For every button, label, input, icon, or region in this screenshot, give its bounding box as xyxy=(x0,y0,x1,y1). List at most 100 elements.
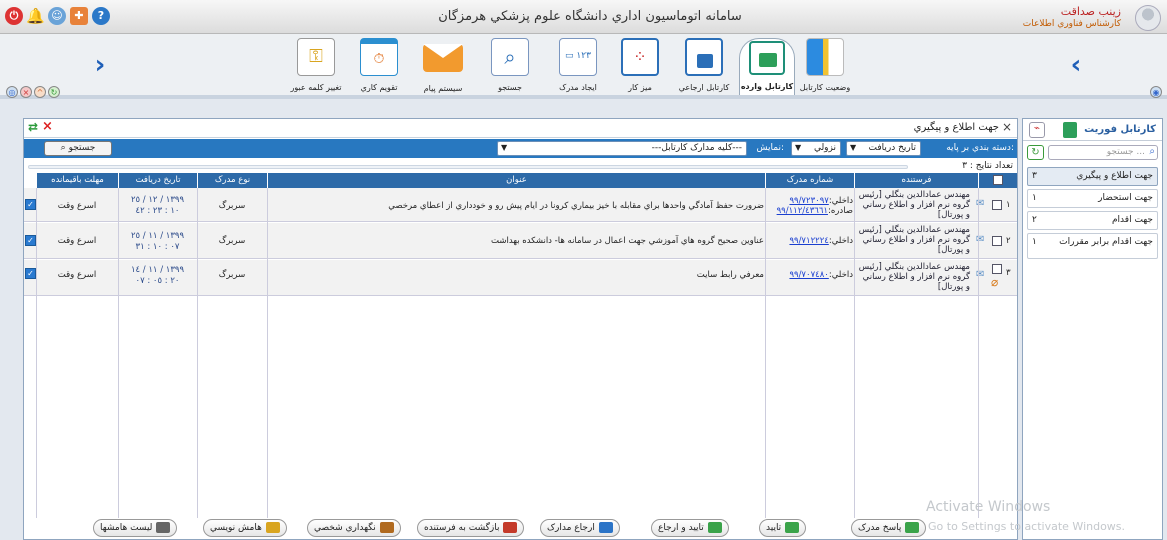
received-time-cell: ٢٠ : ٠٥ : ٠٧ xyxy=(135,276,180,286)
write-note-button[interactable]: هامش نويسي xyxy=(203,519,287,537)
approve-refer-icon xyxy=(707,522,722,533)
help-icon[interactable]: ? xyxy=(92,7,110,25)
desk-icon: ⁘ xyxy=(621,38,659,76)
users-icon[interactable]: ☺ xyxy=(48,7,66,25)
doc-number-link[interactable]: ٩٩/١١٢/٤٣٦٦١ xyxy=(777,206,828,216)
grid-line xyxy=(118,188,119,518)
received-date-cell: ١٣٩٩ / ١٢ / ٢٥ xyxy=(130,195,185,205)
grid-line xyxy=(197,188,198,518)
header-doc-number[interactable]: شماره مدرک xyxy=(765,173,854,188)
show-select[interactable]: ▼ ---کليه مدارک کارتابل--- xyxy=(497,141,747,156)
window-close-icon[interactable]: × xyxy=(20,86,32,98)
urgent-icon[interactable]: ⌁ xyxy=(1029,122,1045,138)
personal-keep-button[interactable]: نگهداري شخصي xyxy=(307,519,401,537)
doc-number-link[interactable]: ٩٩/٧١٢٢٢٤ xyxy=(789,236,828,246)
show-value: ---کليه مدارک کارتابل--- xyxy=(651,143,742,153)
show-label: نمايش: xyxy=(756,143,784,153)
sidebar-search-input[interactable]: جستجو ... ⌕ xyxy=(1048,145,1158,160)
search-icon: ⌕ xyxy=(60,143,66,153)
button-label: بازگشت به فرستنده xyxy=(424,523,500,533)
row-checkbox[interactable] xyxy=(992,264,1002,274)
tab-close-icon[interactable]: × xyxy=(1002,120,1012,134)
doc-number-link[interactable]: ٩٩/٧٠٧٤٨٠ xyxy=(789,270,828,280)
toolbar-search[interactable]: ⌕ جستجو xyxy=(482,38,538,96)
results-separator xyxy=(28,165,908,169)
cartable-icon[interactable] xyxy=(1063,122,1077,138)
header-select-all[interactable] xyxy=(978,173,1017,188)
header-deadline[interactable]: مهلت باقيمانده xyxy=(36,173,118,188)
row-action-checkbox[interactable]: ✓ xyxy=(25,268,36,279)
toolbar-referral-cartable[interactable]: کارتابل ارجاعي xyxy=(676,38,732,96)
user-role: کارشناس فناوري اطلاعات xyxy=(1022,19,1121,29)
subject-cell[interactable]: ضرورت حفظ آمادگي واحدها براي مقابله با خ… xyxy=(270,201,764,211)
notes-list-icon xyxy=(156,522,171,533)
cartable-status-icon xyxy=(806,38,844,76)
results-bar: تعداد نتايج : ٣ xyxy=(24,159,1017,173)
window-collapse-icon[interactable]: ^ xyxy=(34,86,46,98)
table-row[interactable]: ٢ ✉ مهندس عمادالدين بنگلي [رئيس گروه نرم… xyxy=(24,223,1017,259)
approve-button[interactable]: تاييد xyxy=(759,519,807,537)
toolbar-desk[interactable]: ⁘ ميز کار xyxy=(612,38,668,96)
window-refresh-icon[interactable]: ↻ xyxy=(48,86,60,98)
sidebar-item-notice[interactable]: جهت استحضار ١ xyxy=(1027,189,1158,208)
keep-icon xyxy=(379,522,394,533)
refer-documents-button[interactable]: ارجاع مدارک xyxy=(540,519,620,537)
puzzle-icon[interactable]: ✚ xyxy=(70,7,88,25)
toolbar-messages[interactable]: سيستم پيام xyxy=(415,38,471,96)
row-action-checkbox[interactable]: ✓ xyxy=(25,199,36,210)
chevron-down-icon: ▼ xyxy=(501,143,508,152)
received-date-cell: ١٣٩٩ / ١١ / ٢٥ xyxy=(130,231,185,241)
sidebar-item-action-regulations[interactable]: جهت اقدام برابر مقررات ١ xyxy=(1027,233,1158,259)
grid-line xyxy=(978,188,979,518)
row-checkbox[interactable] xyxy=(992,200,1002,210)
sender-cell: مهندس عمادالدين بنگلي [رئيس گروه نرم افز… xyxy=(858,262,970,292)
sidebar-item-action[interactable]: جهت اقدام ٢ xyxy=(1027,211,1158,230)
toolbar-prev-icon[interactable]: ‹ xyxy=(1064,50,1088,80)
toolbar-create-document[interactable]: ▭ ١٢٣ ايجاد مدرک xyxy=(550,38,606,96)
toolbar-calendar[interactable]: ⏱ تقويم کاري xyxy=(351,38,407,96)
panel-title: جهت اطلاع و پيگيري xyxy=(913,122,999,133)
calendar-icon: ⏱ xyxy=(360,38,398,76)
reply-document-button[interactable]: پاسخ مدرک xyxy=(851,519,927,537)
power-icon[interactable]: ⏻ xyxy=(5,7,23,25)
grid-line xyxy=(765,188,766,518)
sender-cell: مهندس عمادالدين بنگلي [رئيس گروه نرم افز… xyxy=(858,225,970,255)
header-received-date[interactable]: تاريخ دريافت xyxy=(118,173,197,188)
toolbar-next-icon[interactable]: › xyxy=(88,50,112,80)
sidebar-refresh-icon[interactable]: ↻ xyxy=(1027,145,1044,160)
row-checkbox[interactable] xyxy=(992,236,1002,246)
avatar[interactable] xyxy=(1135,5,1161,31)
notes-list-button[interactable]: ليست هامشها xyxy=(93,519,178,537)
doc-type-cell: سربرگ xyxy=(218,236,246,246)
panel-settings-icon[interactable]: ◉ xyxy=(1150,86,1162,98)
table-row[interactable]: ١ ✉ مهندس عمادالدين بنگلي [رئيس گروه نرم… xyxy=(24,188,1017,222)
search-button[interactable]: ⌕ جستجو xyxy=(44,141,112,156)
header-doc-type[interactable]: نوع مدرک xyxy=(197,173,267,188)
table-row[interactable]: ٣ ⌀ ✉ مهندس عمادالدين بنگلي [رئيس گروه ن… xyxy=(24,260,1017,296)
refresh-icon[interactable]: ⇄ xyxy=(28,120,38,134)
return-to-sender-button[interactable]: بازگشت به فرستنده xyxy=(417,519,525,537)
row-number: ٣ xyxy=(1006,268,1011,278)
sidebar-item-info-followup[interactable]: جهت اطلاع و پيگيري ٣ xyxy=(1027,167,1158,186)
approve-refer-button[interactable]: تاييد و ارجاع xyxy=(651,519,729,537)
bell-icon[interactable]: 🔔 xyxy=(26,7,45,25)
row-action-checkbox[interactable]: ✓ xyxy=(25,235,36,246)
header-sender[interactable]: فرستنده xyxy=(854,173,978,188)
button-label: پاسخ مدرک xyxy=(858,523,902,533)
toolbar-inbox-cartable[interactable]: کارتابل وارده xyxy=(739,38,795,96)
doc-number-link[interactable]: ٩٩/٧٢٣٠٩٧ xyxy=(789,196,828,206)
group-by-select[interactable]: ▼ تاريخ دريافت xyxy=(846,141,921,156)
attachment-icon[interactable]: ⌀ xyxy=(991,276,998,288)
close-icon[interactable]: × xyxy=(42,119,53,134)
doc-number-cell: داخلي:٩٩/٧٢٣٠٩٧ صادره:٩٩/١١٢/٤٣٦٦١ xyxy=(768,196,853,216)
select-all-checkbox[interactable] xyxy=(993,175,1003,185)
toolbar-change-password[interactable]: ⚿ تغيير کلمه عبور xyxy=(288,38,344,96)
subject-cell[interactable]: معرفي رابط سايت xyxy=(270,270,764,280)
toolbar-separator xyxy=(0,95,1167,99)
subject-cell[interactable]: عناوين صحيح گروه هاي آموزشي جهت اعمال در… xyxy=(270,236,764,246)
window-restore-icon[interactable]: ◎ xyxy=(6,86,18,98)
order-select[interactable]: ▼ نزولي xyxy=(791,141,841,156)
toolbar-cartable-status[interactable]: وضعيت کارتابل xyxy=(797,38,853,96)
header-subject[interactable]: عنوان xyxy=(267,173,765,188)
chevron-down-icon: ▼ xyxy=(795,143,802,152)
